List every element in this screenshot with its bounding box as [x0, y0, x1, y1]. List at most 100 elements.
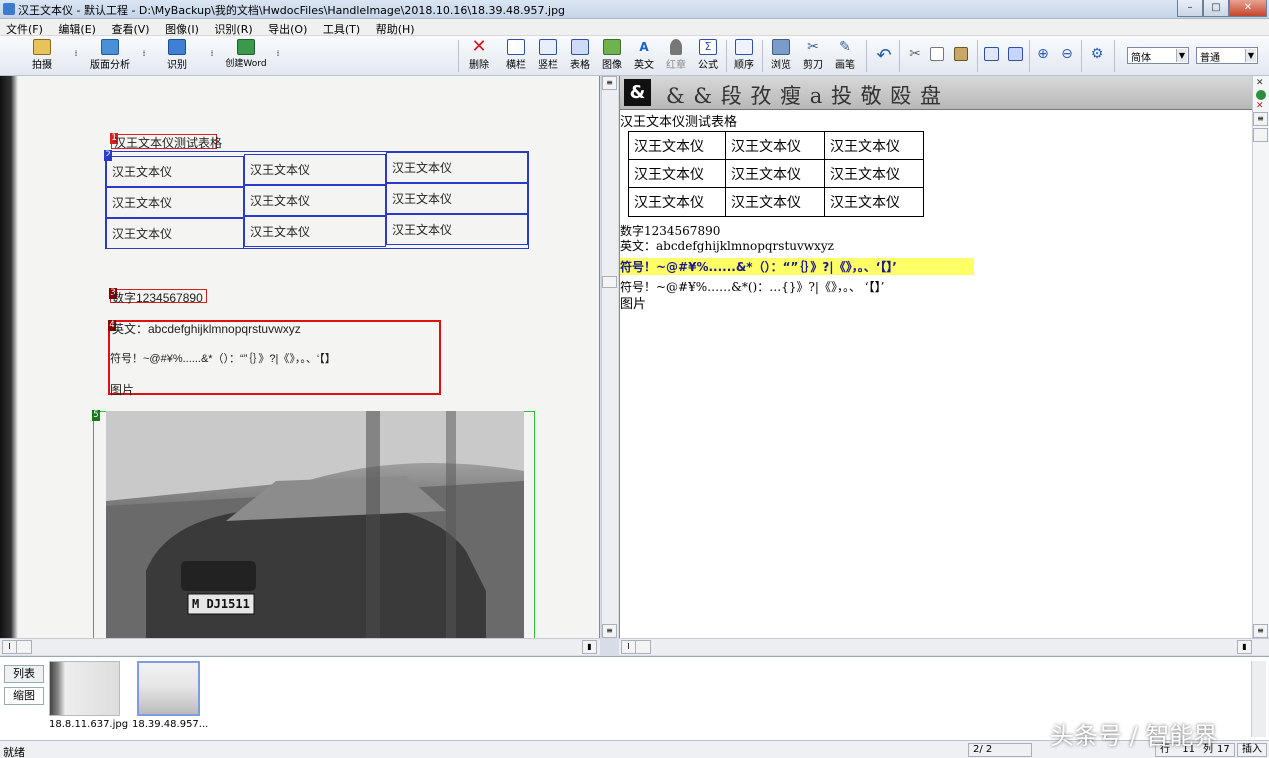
recognize-icon: [168, 39, 186, 55]
undo-icon[interactable]: ↶: [874, 45, 894, 66]
toolbar-separator: [458, 40, 459, 72]
right-horizontal-scrollbar[interactable]: I ▮: [619, 638, 1269, 655]
zoom-in-icon[interactable]: ⊕: [1034, 46, 1052, 62]
layout-dropdown-arrow[interactable]: ⁞: [140, 49, 148, 58]
scissors-label: 剪刀: [803, 60, 823, 71]
vertical-column-button[interactable]: 竖栏: [535, 39, 561, 71]
scroll-down-icon[interactable]: ≡: [602, 624, 617, 638]
chevron-down-icon: ▼: [1176, 49, 1187, 62]
english-button[interactable]: A 英文: [631, 39, 657, 71]
table-button[interactable]: 表格: [567, 39, 593, 71]
browse-button[interactable]: 浏览: [768, 39, 794, 71]
recognize-dropdown-arrow[interactable]: ⁞: [208, 49, 216, 58]
red-stamp-icon: [670, 39, 682, 55]
left-vertical-scrollbar[interactable]: ≡ ≡: [601, 76, 618, 638]
image-table-cell: 汉王文本仪: [106, 156, 244, 187]
thumbnail-caption: 18.39.48.957...: [132, 719, 209, 730]
scroll-up-icon[interactable]: ≡: [1253, 112, 1268, 126]
layout-analysis-label: 版面分析: [90, 60, 130, 71]
order-button[interactable]: 顺序: [731, 39, 757, 71]
scroll-right-icon[interactable]: ▮: [1237, 640, 1252, 654]
right-vertical-scrollbar[interactable]: ✕ ✕ ≡ ≡: [1252, 76, 1269, 638]
settings-icon[interactable]: ⚙: [1087, 46, 1107, 62]
brush-button[interactable]: ✎ 画笔: [832, 39, 858, 71]
menu-tools[interactable]: 工具(T): [317, 19, 366, 36]
close-button[interactable]: ✕: [1229, 0, 1267, 17]
red-stamp-button[interactable]: 红章: [663, 39, 689, 71]
font-family-select[interactable]: 简体 ▼: [1127, 47, 1189, 64]
maximize-button[interactable]: □: [1203, 0, 1229, 17]
close-panel-icon[interactable]: ✕: [1256, 78, 1264, 88]
toolbar-separator: [762, 40, 763, 72]
scroll-thumb[interactable]: [602, 276, 617, 288]
result-table-cell[interactable]: 汉王文本仪: [628, 187, 726, 217]
capture-button[interactable]: 拍摄: [28, 39, 56, 71]
result-table-cell[interactable]: 汉王文本仪: [628, 159, 726, 188]
scroll-down-icon[interactable]: ≡: [1253, 624, 1268, 638]
toolbar-separator: [1029, 40, 1030, 72]
remove-icon[interactable]: ✕: [1256, 101, 1264, 111]
word-dropdown-arrow[interactable]: ⁞: [274, 49, 282, 58]
menu-recognize[interactable]: 识别(R): [208, 19, 258, 36]
scissors-button[interactable]: ✂ 剪刀: [800, 39, 826, 71]
toolbar-separator: [899, 40, 900, 72]
scroll-thumb[interactable]: [1253, 128, 1268, 142]
single-page-view-button[interactable]: [982, 47, 1000, 62]
image-title-text: 汉王文本仪测试表格: [114, 136, 223, 150]
paste-button[interactable]: [952, 47, 970, 62]
cut-icon[interactable]: ✂: [906, 46, 924, 62]
delete-button[interactable]: ✕ 删除: [466, 38, 492, 72]
menu-export[interactable]: 导出(O): [262, 19, 313, 36]
red-stamp-label: 红章: [666, 60, 686, 71]
scroll-thumb[interactable]: [635, 640, 651, 654]
tab-thumbnails[interactable]: 缩图: [4, 687, 44, 705]
result-table-cell[interactable]: 汉王文本仪: [725, 131, 825, 160]
formula-button[interactable]: Σ 公式: [695, 39, 721, 71]
image-table-cell: 汉王文本仪: [106, 187, 244, 218]
image-zone-button[interactable]: 图像: [599, 39, 625, 71]
image-symbol-text: 符号！~@#¥%......&*（）：“”｛｝》?|《》，。、‘【】: [110, 353, 336, 365]
scroll-thumb[interactable]: [16, 640, 32, 654]
create-word-button[interactable]: 创建Word: [222, 39, 270, 69]
scroll-up-icon[interactable]: ≡: [602, 76, 617, 90]
menu-file[interactable]: 文件(F): [0, 19, 49, 36]
thumbnail-image-selected[interactable]: [137, 661, 200, 716]
capture-dropdown-arrow[interactable]: ⁞: [72, 49, 80, 58]
zone-tag: 5: [92, 410, 100, 421]
formula-icon: Σ: [699, 39, 717, 55]
recognize-button[interactable]: 识别: [164, 39, 190, 71]
menu-edit[interactable]: 编辑(E): [52, 19, 102, 36]
tab-list[interactable]: 列表: [4, 665, 44, 683]
image-zone-label: 图像: [602, 60, 622, 71]
menu-help[interactable]: 帮助(H): [370, 19, 421, 36]
menu-view[interactable]: 查看(V): [105, 19, 155, 36]
thumbnail-scrollbar[interactable]: [1251, 661, 1266, 737]
result-table-cell[interactable]: 汉王文本仪: [725, 187, 825, 217]
car-photo: M DJ1511: [106, 411, 524, 638]
horizontal-column-button[interactable]: 横栏: [503, 39, 529, 71]
menu-image[interactable]: 图像(I): [159, 19, 205, 36]
app-icon: [3, 3, 15, 15]
thumbnail-image[interactable]: [49, 661, 120, 716]
scroll-left-icon[interactable]: I: [621, 640, 636, 654]
english-icon: A: [639, 40, 649, 54]
text-result-pane[interactable]: & & & 段 孜 瘦 a 投 敬 殴 盘 汉王文本仪测试表格 汉王文本仪 汉王…: [619, 76, 1254, 638]
result-table-cell[interactable]: 汉王文本仪: [628, 131, 726, 160]
scroll-left-icon[interactable]: I: [2, 640, 17, 654]
result-table-cell[interactable]: 汉王文本仪: [824, 131, 924, 160]
result-table-cell[interactable]: 汉王文本仪: [824, 159, 924, 188]
font-style-select[interactable]: 普通 ▼: [1196, 47, 1258, 64]
split-view-button[interactable]: [1006, 47, 1024, 62]
copy-button[interactable]: [928, 47, 946, 62]
chevron-down-icon: ▼: [1245, 49, 1256, 62]
left-horizontal-scrollbar[interactable]: I ▮: [0, 638, 600, 655]
layout-analysis-button[interactable]: 版面分析: [86, 39, 134, 71]
image-view-pane[interactable]: 1 汉王文本仪测试表格 2 汉王文本仪 汉王文本仪 汉王文本仪 汉王文本仪 汉王…: [0, 76, 600, 638]
brush-icon: ✎: [839, 39, 851, 55]
result-table-cell[interactable]: 汉王文本仪: [824, 187, 924, 217]
scroll-right-icon[interactable]: ▮: [582, 640, 597, 654]
image-icon: [603, 39, 621, 55]
minimize-button[interactable]: –: [1177, 0, 1203, 17]
result-table-cell[interactable]: 汉王文本仪: [725, 159, 825, 188]
zoom-out-icon[interactable]: ⊖: [1058, 46, 1076, 62]
